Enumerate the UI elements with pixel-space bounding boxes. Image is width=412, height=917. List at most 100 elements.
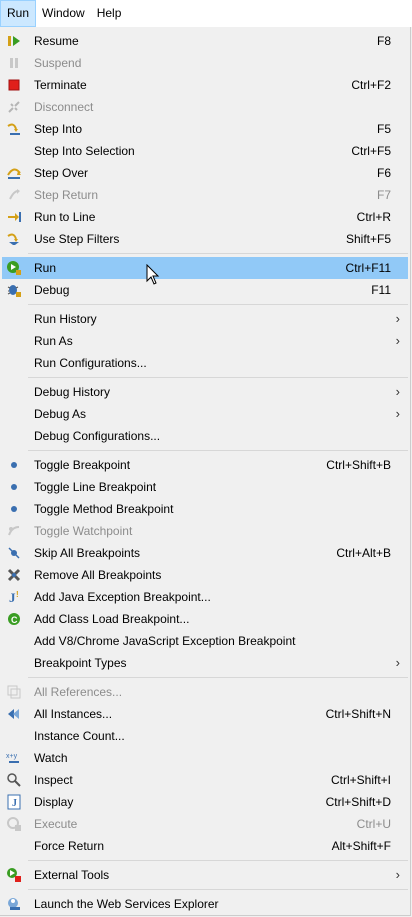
resume-icon bbox=[6, 33, 22, 49]
run-to-line-icon bbox=[6, 209, 22, 225]
menu-item-debug-history[interactable]: Debug History › bbox=[0, 381, 410, 403]
menu-item-shortcut: F8 bbox=[376, 34, 391, 48]
menu-item-shortcut: Ctrl+Shift+B bbox=[326, 458, 391, 472]
menu-item-disconnect[interactable]: Disconnect bbox=[0, 96, 410, 118]
menu-item-label: Toggle Line Breakpoint bbox=[34, 480, 157, 494]
menu-item-shortcut: Ctrl+F11 bbox=[345, 261, 391, 275]
run-icon bbox=[6, 260, 22, 276]
menubar-window[interactable]: Window bbox=[36, 0, 91, 27]
menu-item-label: Run bbox=[34, 261, 57, 275]
menu-item-watch[interactable]: x+y Watch bbox=[0, 747, 410, 769]
menu-item-step-return[interactable]: Step Return F7 bbox=[0, 184, 410, 206]
debug-bug-icon bbox=[6, 282, 22, 298]
menu-separator bbox=[0, 674, 410, 681]
menu-item-label: All Instances... bbox=[34, 707, 113, 721]
menu-item-run-history[interactable]: Run History › bbox=[0, 308, 410, 330]
menu-item-skip-all-breakpoints[interactable]: Skip All Breakpoints Ctrl+Alt+B bbox=[0, 542, 410, 564]
menu-item-instance-count[interactable]: Instance Count... bbox=[0, 725, 410, 747]
menu-item-label: Remove All Breakpoints bbox=[34, 568, 162, 582]
menu-item-shortcut: Ctrl+U bbox=[356, 817, 391, 831]
external-tools-icon bbox=[6, 867, 22, 883]
menu-item-run-configurations[interactable]: Run Configurations... bbox=[0, 352, 410, 374]
references-icon bbox=[6, 684, 22, 700]
breakpoint-dot-icon bbox=[6, 479, 22, 495]
menu-item-debug[interactable]: Debug F11 bbox=[0, 279, 410, 301]
class-load-icon: C bbox=[6, 611, 22, 627]
menu-item-shortcut: Ctrl+Shift+I bbox=[330, 773, 391, 787]
menu-item-shortcut: F5 bbox=[376, 122, 391, 136]
menu-item-suspend[interactable]: Suspend bbox=[0, 52, 410, 74]
terminate-icon bbox=[6, 77, 22, 93]
menu-item-label: Run History bbox=[34, 312, 97, 326]
menu-item-label: Launch the Web Services Explorer bbox=[34, 897, 219, 911]
menu-item-add-v8-exception-breakpoint[interactable]: Add V8/Chrome JavaScript Exception Break… bbox=[0, 630, 410, 652]
menu-item-external-tools[interactable]: External Tools › bbox=[0, 864, 410, 886]
menu-item-label: Debug Configurations... bbox=[34, 429, 161, 443]
menu-item-all-instances[interactable]: All Instances... Ctrl+Shift+N bbox=[0, 703, 410, 725]
menu-item-toggle-line-breakpoint[interactable]: Toggle Line Breakpoint bbox=[0, 476, 410, 498]
step-into-icon bbox=[6, 121, 22, 137]
menu-item-label: Add V8/Chrome JavaScript Exception Break… bbox=[34, 634, 296, 648]
menu-item-label: Step Into bbox=[34, 122, 83, 136]
display-j-icon: J bbox=[6, 794, 22, 810]
web-services-explorer-icon bbox=[6, 896, 22, 912]
menu-item-label: Breakpoint Types bbox=[34, 656, 127, 670]
run-menu-dropdown: Resume F8 Suspend Terminate Ctrl+F2 Disc… bbox=[0, 27, 411, 916]
menu-item-label: Debug History bbox=[34, 385, 111, 399]
submenu-arrow-icon: › bbox=[395, 406, 400, 421]
menu-item-label: Run As bbox=[34, 334, 73, 348]
menu-item-launch-web-services-explorer[interactable]: Launch the Web Services Explorer bbox=[0, 893, 410, 915]
menu-item-terminate[interactable]: Terminate Ctrl+F2 bbox=[0, 74, 410, 96]
svg-text:C: C bbox=[11, 615, 18, 625]
menu-item-label: Run to Line bbox=[34, 210, 96, 224]
menu-item-run[interactable]: Run Ctrl+F11 bbox=[2, 257, 408, 279]
breakpoint-dot-icon bbox=[6, 457, 22, 473]
menu-item-label: Resume bbox=[34, 34, 79, 48]
menu-item-run-as[interactable]: Run As › bbox=[0, 330, 410, 352]
menu-bar: Run Window Help bbox=[0, 0, 412, 27]
menu-item-label: Watch bbox=[34, 751, 68, 765]
menu-item-all-references[interactable]: All References... bbox=[0, 681, 410, 703]
menubar-run[interactable]: Run bbox=[0, 0, 37, 27]
menu-item-add-class-load-breakpoint[interactable]: C Add Class Load Breakpoint... bbox=[0, 608, 410, 630]
menu-item-shortcut: Alt+Shift+F bbox=[331, 839, 391, 853]
menubar-help[interactable]: Help bbox=[91, 0, 128, 27]
menu-item-shortcut: Shift+F5 bbox=[345, 232, 391, 246]
menu-item-display[interactable]: J Display Ctrl+Shift+D bbox=[0, 791, 410, 813]
menu-item-breakpoint-types[interactable]: Breakpoint Types › bbox=[0, 652, 410, 674]
menu-item-label: Debug As bbox=[34, 407, 87, 421]
watch-expression-icon: x+y bbox=[6, 750, 22, 766]
menu-item-label: Force Return bbox=[34, 839, 105, 853]
menu-item-shortcut: Ctrl+F2 bbox=[351, 78, 391, 92]
menu-item-label: Disconnect bbox=[34, 100, 94, 114]
menu-item-execute[interactable]: Execute Ctrl+U bbox=[0, 813, 410, 835]
svg-text:J: J bbox=[12, 798, 17, 809]
menu-item-run-to-line[interactable]: Run to Line Ctrl+R bbox=[0, 206, 410, 228]
menu-item-add-java-exception-breakpoint[interactable]: J! Add Java Exception Breakpoint... bbox=[0, 586, 410, 608]
execute-icon bbox=[6, 816, 22, 832]
menu-item-use-step-filters[interactable]: Use Step Filters Shift+F5 bbox=[0, 228, 410, 250]
menu-item-step-over[interactable]: Step Over F6 bbox=[0, 162, 410, 184]
menu-item-toggle-watchpoint[interactable]: Toggle Watchpoint bbox=[0, 520, 410, 542]
menu-separator bbox=[0, 374, 410, 381]
menu-item-debug-configurations[interactable]: Debug Configurations... bbox=[0, 425, 410, 447]
submenu-arrow-icon: › bbox=[395, 333, 400, 348]
breakpoint-dot-icon bbox=[6, 501, 22, 517]
menu-item-toggle-method-breakpoint[interactable]: Toggle Method Breakpoint bbox=[0, 498, 410, 520]
menu-item-step-into[interactable]: Step Into F5 bbox=[0, 118, 410, 140]
suspend-icon bbox=[6, 55, 22, 71]
mouse-pointer-icon bbox=[146, 263, 160, 286]
submenu-arrow-icon: › bbox=[395, 384, 400, 399]
menu-item-step-into-selection[interactable]: Step Into Selection Ctrl+F5 bbox=[0, 140, 410, 162]
menu-item-toggle-breakpoint[interactable]: Toggle Breakpoint Ctrl+Shift+B bbox=[0, 454, 410, 476]
menu-item-label: Step Into Selection bbox=[34, 144, 135, 158]
menu-item-remove-all-breakpoints[interactable]: Remove All Breakpoints bbox=[0, 564, 410, 586]
menu-item-resume[interactable]: Resume F8 bbox=[0, 30, 410, 52]
menu-item-label: Step Over bbox=[34, 166, 89, 180]
menu-item-force-return[interactable]: Force Return Alt+Shift+F bbox=[0, 835, 410, 857]
menu-item-shortcut: F6 bbox=[376, 166, 391, 180]
menu-item-debug-as[interactable]: Debug As › bbox=[0, 403, 410, 425]
menu-item-inspect[interactable]: Inspect Ctrl+Shift+I bbox=[0, 769, 410, 791]
menu-item-label: Run Configurations... bbox=[34, 356, 147, 370]
menu-item-label: Display bbox=[34, 795, 74, 809]
